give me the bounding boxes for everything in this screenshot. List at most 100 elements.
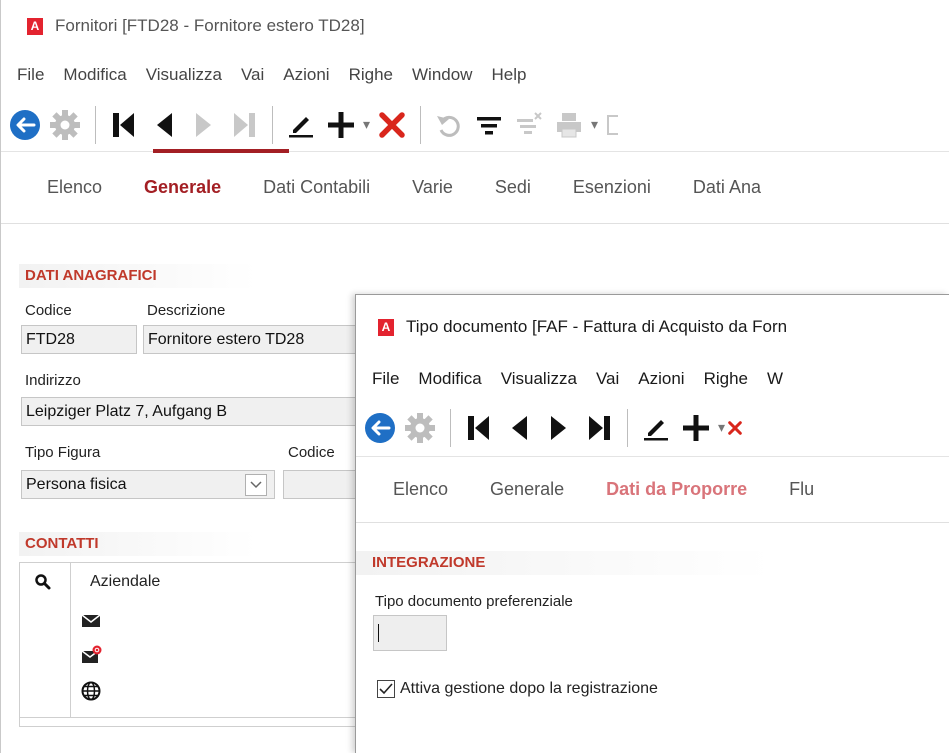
last-icon [589,415,610,440]
toolbar-separator [627,408,628,447]
first-icon [113,112,134,137]
menu-help[interactable]: Help [491,65,526,85]
undo-icon [437,115,460,137]
email-at-icon[interactable] [81,645,103,665]
tipo-documento-field[interactable] [373,615,447,651]
next-icon [196,112,211,137]
tab-generale[interactable]: Generale [144,177,221,198]
back-arrow-icon [10,109,40,140]
delete-x-icon [728,420,742,435]
menu-modifica[interactable]: Modifica [418,369,481,389]
chevron-down-icon [250,481,262,489]
tab-generale[interactable]: Generale [490,479,564,500]
edit-button[interactable] [281,105,321,145]
menu-window[interactable]: W [767,369,783,389]
dialog-tab-bar: Elenco Generale Dati da Proporre Flu [356,457,949,523]
menu-file[interactable]: File [372,369,399,389]
last-record-button[interactable] [224,105,264,145]
next-record-button[interactable] [184,105,224,145]
tab-dati-anagrafici[interactable]: Dati Ana [693,177,761,198]
tab-flussi[interactable]: Flu [789,479,814,500]
toolbar-separator [272,105,273,144]
menu-righe[interactable]: Righe [704,369,748,389]
first-record-button[interactable] [104,105,144,145]
tab-elenco[interactable]: Elenco [393,479,448,500]
next-icon [551,415,566,440]
last-record-button[interactable] [579,408,619,448]
delete-button[interactable] [727,408,743,448]
menu-window[interactable]: Window [412,65,472,85]
email-icon[interactable] [81,613,101,629]
next-record-button[interactable] [539,408,579,448]
menu-modifica[interactable]: Modifica [63,65,126,85]
menu-azioni[interactable]: Azioni [283,65,329,85]
previous-record-button[interactable] [144,105,184,145]
tab-varie[interactable]: Varie [412,177,453,198]
back-button[interactable] [7,105,43,145]
tab-elenco[interactable]: Elenco [47,177,102,198]
menu-righe[interactable]: Righe [349,65,393,85]
partial-tool-icon [607,114,619,135]
contacts-grid: Aziendale [19,562,359,727]
clear-filter-button[interactable] [509,105,549,145]
tab-esenzioni[interactable]: Esenzioni [573,177,651,198]
section-contatti: CONTATTI [19,532,359,556]
print-dropdown-icon[interactable]: ▾ [591,116,598,133]
edit-button[interactable] [636,408,676,448]
attiva-gestione-checkbox[interactable] [377,680,395,698]
gear-icon [50,109,80,140]
dialog-window-title: Tipo documento [FAF - Fattura di Acquist… [406,317,788,336]
search-icon[interactable] [34,573,52,591]
text-cursor [378,624,379,642]
menu-file[interactable]: File [17,65,44,85]
more-tools-button[interactable] [600,105,620,145]
last-icon [234,112,255,137]
plus-icon [683,414,709,441]
globe-icon[interactable] [81,681,101,701]
gear-icon [405,412,435,443]
add-button[interactable] [676,408,716,448]
delete-x-icon [379,111,405,138]
add-button[interactable] [321,105,361,145]
filter-button[interactable] [469,105,509,145]
section-integrazione: INTEGRAZIONE [356,551,949,575]
previous-icon [512,415,527,440]
back-arrow-icon [365,412,395,443]
first-icon [468,415,489,440]
dialog-toolbar: ▾ [356,399,949,457]
codice-field[interactable]: FTD28 [21,325,137,354]
tipo-figura-select[interactable]: Persona fisica [21,470,275,499]
clear-filter-icon [517,111,542,134]
title-bar: A Fornitori [FTD28 - Fornitore estero TD… [1,0,949,52]
menu-vai[interactable]: Vai [596,369,619,389]
tab-dati-da-proporre[interactable]: Dati da Proporre [606,479,747,500]
tipo-figura-dropdown-button[interactable] [245,474,267,496]
delete-button[interactable] [372,105,412,145]
tab-sedi[interactable]: Sedi [495,177,531,198]
dialog-menu-bar: File Modifica Visualizza Vai Azioni Righ… [356,359,949,399]
menu-vai[interactable]: Vai [241,65,264,85]
tab-dati-contabili[interactable]: Dati Contabili [263,177,370,198]
settings-button[interactable] [43,105,87,145]
descrizione-field[interactable]: Fornitore estero TD28 [143,325,363,354]
menu-azioni[interactable]: Azioni [638,369,684,389]
previous-record-button[interactable] [499,408,539,448]
menu-visualizza[interactable]: Visualizza [146,65,222,85]
previous-icon [157,112,172,137]
menu-visualizza[interactable]: Visualizza [501,369,577,389]
codice-secondary-field[interactable] [283,470,363,499]
back-button[interactable] [362,408,398,448]
first-record-button[interactable] [459,408,499,448]
descrizione-label: Descrizione [147,302,226,319]
toolbar-separator [95,105,96,144]
add-dropdown-icon[interactable]: ▾ [718,419,725,436]
tipo-figura-label: Tipo Figura [25,444,101,461]
tab-bar: Elenco Generale Dati Contabili Varie Sed… [1,149,949,224]
checkmark-icon [379,683,393,695]
undo-button[interactable] [429,105,469,145]
filter-icon [477,116,502,134]
indirizzo-field[interactable]: Leipziger Platz 7, Aufgang B [21,397,361,426]
settings-button[interactable] [398,408,442,448]
print-button[interactable] [549,105,589,145]
add-dropdown-icon[interactable]: ▾ [363,116,370,133]
